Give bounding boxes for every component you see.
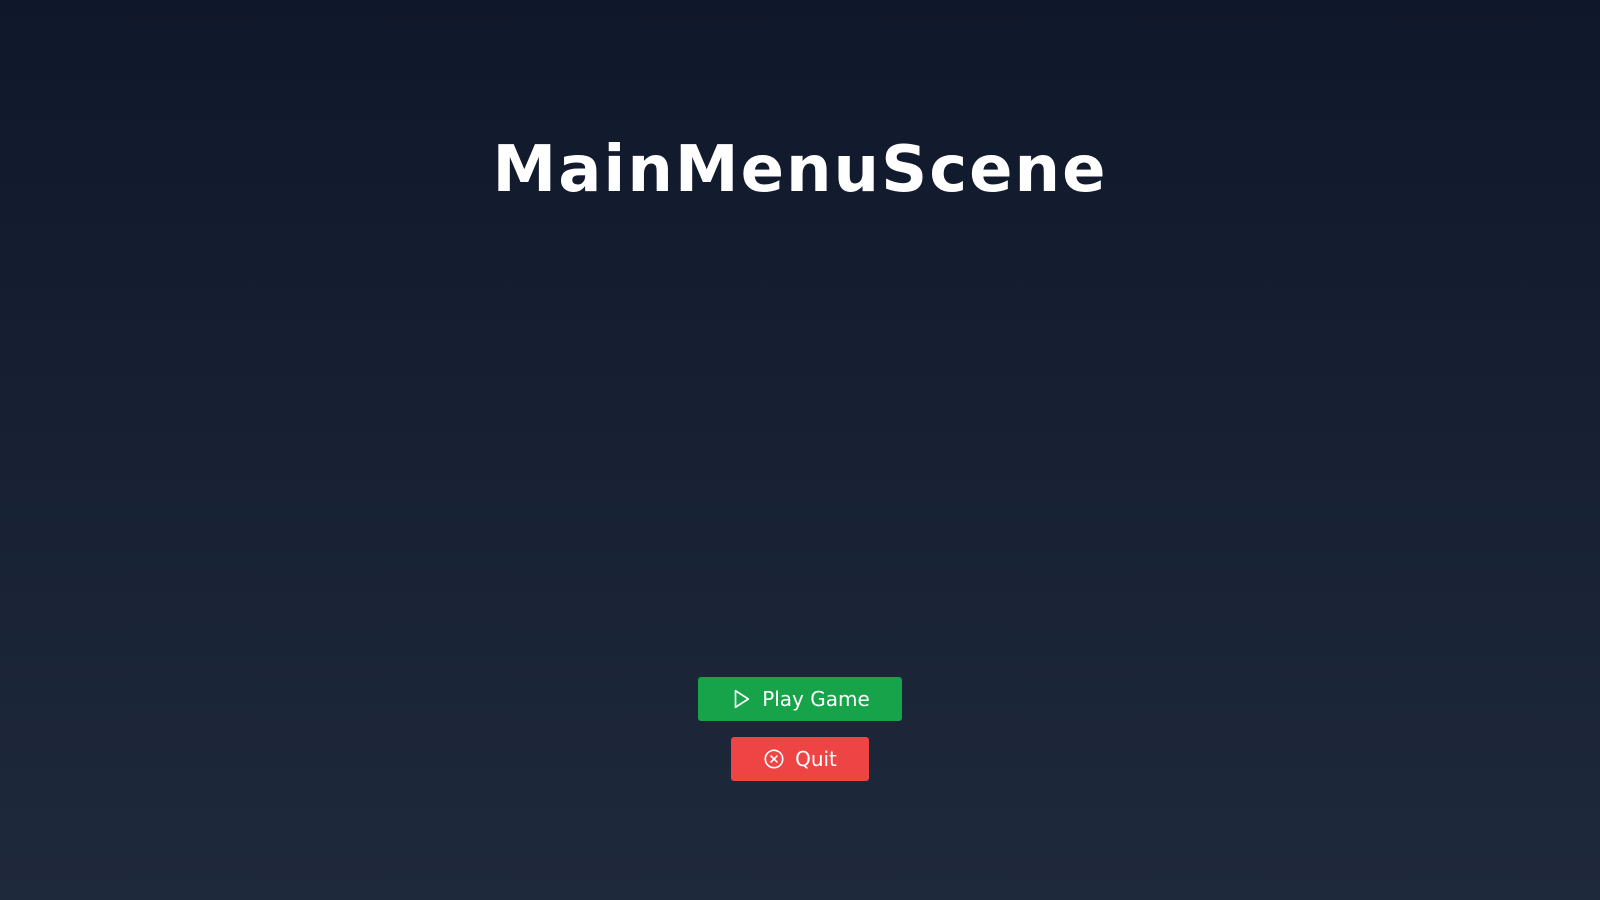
scene-title: MainMenuScene — [492, 133, 1108, 207]
quit-label: Quit — [795, 747, 837, 771]
play-game-label: Play Game — [762, 687, 870, 711]
quit-button[interactable]: Quit — [731, 737, 869, 781]
play-game-button[interactable]: Play Game — [698, 677, 902, 721]
play-icon — [730, 688, 752, 710]
close-circle-icon — [763, 748, 785, 770]
